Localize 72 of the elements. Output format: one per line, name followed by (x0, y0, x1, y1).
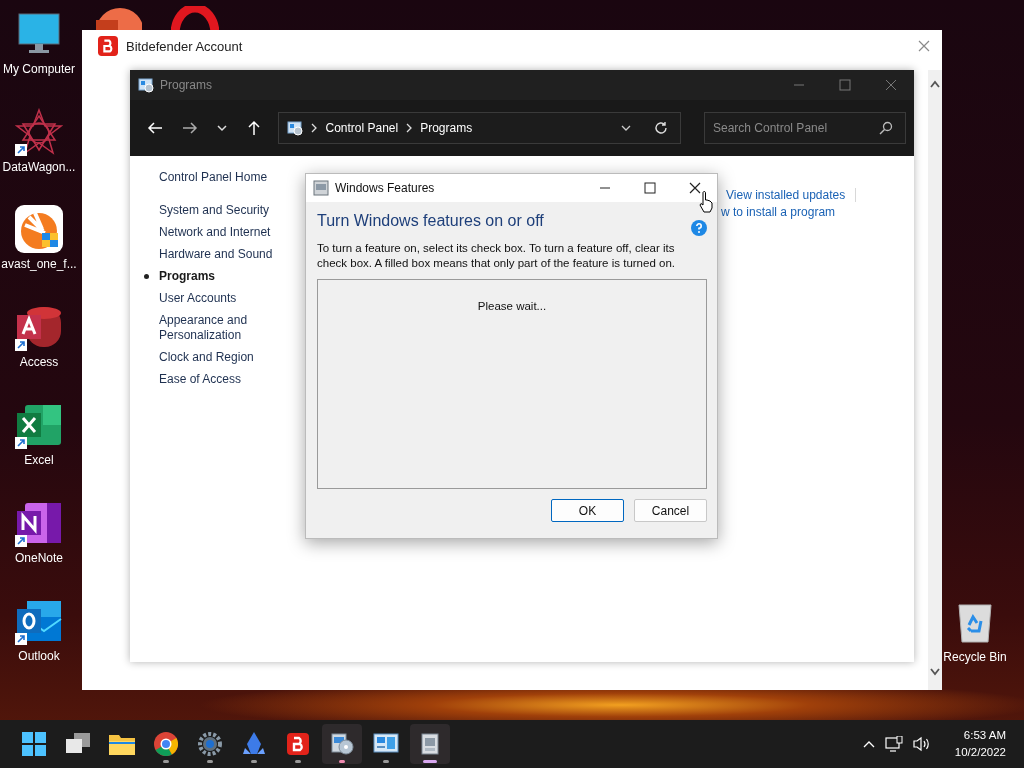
search-field[interactable]: Search Control Panel (704, 112, 906, 144)
scroll-up-icon[interactable] (930, 80, 940, 88)
close-icon (885, 79, 897, 91)
address-bar[interactable]: Control Panel Programs (278, 112, 681, 144)
search-icon (879, 121, 893, 135)
nav-link[interactable]: System and Security (159, 203, 309, 218)
back-arrow-icon (146, 120, 163, 136)
chevron-down-icon (216, 122, 228, 134)
window-title: Programs (160, 78, 212, 92)
task-view-icon[interactable] (66, 733, 90, 755)
refresh-icon[interactable] (654, 121, 668, 135)
dialog-button[interactable]: OK (551, 499, 624, 522)
nav-link[interactable]: Programs (159, 269, 309, 284)
desktop-icon-label[interactable]: Excel (24, 453, 54, 467)
desktop-icon-label[interactable]: My Computer (3, 62, 75, 76)
window-title: Bitdefender Account (126, 38, 243, 54)
chevron-up-icon[interactable] (862, 740, 875, 748)
network-icon[interactable] (884, 736, 903, 752)
nav-link[interactable]: Network and Internet (159, 225, 309, 240)
nav-link[interactable]: User Accounts (159, 291, 309, 306)
dialog-heading: Turn Windows features on or off (317, 212, 544, 230)
maximize-icon (839, 79, 851, 91)
breadcrumb-item[interactable]: Programs (420, 121, 473, 135)
folder-icon[interactable] (109, 733, 135, 755)
control-panel-icon[interactable] (373, 733, 399, 755)
letter-b-icon (98, 36, 118, 56)
task-link[interactable]: w to install a program (721, 205, 857, 219)
disc-box-icon[interactable] (330, 732, 354, 756)
star-pattern-icon (15, 108, 63, 156)
avast-icon (15, 205, 63, 253)
breadcrumb-item[interactable]: Control Panel (325, 121, 399, 135)
instructions-text: To turn a feature on, select its check box. To turn a feature off, clear its check box. A filled box means that only part of the feature is turned on. (317, 241, 676, 271)
letter-b-icon[interactable] (287, 733, 309, 755)
nav-link[interactable]: Clock and Region (159, 350, 309, 365)
crystal-icon[interactable] (243, 732, 265, 756)
desktop-icon-label[interactable]: Access (19, 355, 59, 369)
nav-link[interactable]: Ease of Access (159, 372, 309, 387)
clock-date[interactable]: 10/2/2022 (954, 744, 1006, 761)
chevron-icon (406, 123, 413, 133)
monitor-icon (17, 12, 61, 56)
taskbar-button[interactable] (410, 724, 450, 764)
maximize-icon (643, 182, 656, 194)
program-box-icon[interactable] (420, 732, 440, 756)
desktop-icon-label[interactable]: OneNote (15, 551, 63, 565)
scrollbar[interactable] (928, 70, 942, 690)
control-panel-icon (287, 120, 304, 136)
help-icon[interactable] (691, 220, 707, 236)
desktop-icon-label[interactable]: avast_one_f... (1, 257, 77, 271)
browser-icon[interactable] (154, 732, 178, 756)
chevron-icon (311, 123, 318, 133)
close-icon (918, 40, 930, 52)
settings-icon[interactable] (198, 732, 222, 756)
desktop-icon-label[interactable]: Recycle Bin (943, 650, 1007, 664)
program-box-icon (313, 180, 329, 196)
control-panel-icon (138, 77, 154, 93)
speaker-icon[interactable] (912, 736, 931, 752)
dialog-title: Windows Features (335, 181, 435, 195)
forward-arrow-icon (182, 120, 199, 136)
close-icon (688, 182, 701, 194)
nav-link[interactable]: Control Panel Home (159, 170, 309, 185)
scroll-down-icon[interactable] (930, 668, 940, 676)
loading-text: Please wait... (477, 300, 547, 312)
desktop-icon-label[interactable]: Outlook (18, 649, 60, 663)
nav-link[interactable]: Appearance and Personalization (159, 313, 309, 343)
start-icon[interactable] (22, 732, 46, 756)
dialog-button[interactable]: Cancel (634, 499, 707, 522)
taskbar-button[interactable] (322, 724, 362, 764)
clock-time[interactable]: 6:53 AM (963, 727, 1006, 744)
recycle-bin-icon (957, 601, 993, 643)
desktop-icon-label[interactable]: DataWagon... (2, 160, 76, 174)
task-link[interactable]: View installed updates (726, 188, 857, 202)
nav-link[interactable]: Hardware and Sound (159, 247, 309, 262)
